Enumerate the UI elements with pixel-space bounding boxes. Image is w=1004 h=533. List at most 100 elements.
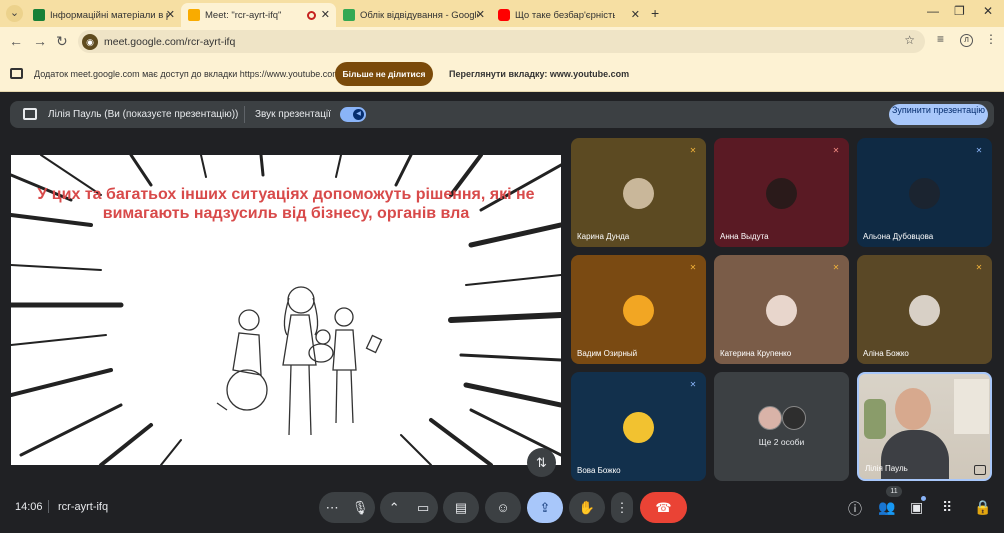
tab-title: Що таке безбар'єрність і ч (515, 9, 615, 21)
profile-avatar[interactable]: Л (960, 34, 973, 47)
audio-control-group: ⋯ 🎙 (319, 492, 375, 523)
host-controls-icon[interactable]: 🔒 (974, 499, 991, 516)
stop-presenting-button[interactable]: Зупинити презентацію (889, 104, 988, 125)
presentation-sound-label: Звук презентації (255, 109, 331, 120)
restore-icon[interactable]: ❐ (954, 4, 965, 18)
participant-name: Аліна Божко (863, 349, 909, 358)
youtube-icon (498, 9, 510, 21)
tab-classroom[interactable]: Інформаційні матеріали в рам ✕ (26, 3, 181, 27)
chevron-up-icon[interactable]: ⌃ (389, 500, 400, 516)
presenting-bar: Лілія Пауль (Ви (показуєте презентацію))… (10, 101, 994, 128)
clock: 14:06 (15, 501, 43, 513)
tab-title: Облік відвідування - Google Т (360, 9, 478, 21)
self-view-tile[interactable]: Лілія Пауль (857, 372, 992, 481)
chat-icon[interactable]: ▣ (910, 499, 923, 516)
close-icon[interactable]: ✕ (321, 8, 330, 21)
present-button[interactable]: ⇪ (527, 492, 563, 523)
participant-name: Альона Дубовцова (863, 232, 934, 241)
presenter-label: Лілія Пауль (Ви (показуєте презентацію)) (48, 109, 239, 120)
more-participants-tile[interactable]: Ще 2 особи (714, 372, 849, 481)
new-tab-icon[interactable]: + (651, 5, 659, 21)
forward-icon[interactable]: → (33, 33, 47, 49)
url-input[interactable]: ◉ meet.google.com/rcr-ayrt-ifq ☆ (78, 30, 925, 53)
avatar (909, 295, 940, 326)
tab-sheets[interactable]: Облік відвідування - Google Т ✕ (336, 3, 491, 27)
present-icon (23, 108, 37, 120)
meeting-code: rcr-ayrt-ifq (58, 501, 109, 513)
mic-off-icon: ✕ (975, 146, 983, 155)
sharing-infobar: Додаток meet.google.com має доступ до вк… (0, 56, 1004, 92)
present-icon: ⇪ (539, 499, 551, 515)
sheets-icon (343, 9, 355, 21)
mic-off-icon: ✕ (832, 146, 840, 155)
people-icon[interactable]: 👥 (878, 499, 895, 516)
address-bar-row: ← → ↻ ◉ meet.google.com/rcr-ayrt-ifq ☆ ≡… (0, 27, 1004, 56)
camera-icon[interactable]: ▭ (417, 500, 429, 516)
tab-search-icon[interactable]: ⌄ (6, 5, 23, 22)
back-icon[interactable]: ← (9, 33, 23, 49)
site-info-icon[interactable]: ◉ (82, 33, 98, 50)
reload-icon[interactable]: ↻ (56, 33, 68, 50)
sound-icon: ◀ (353, 109, 364, 120)
view-tab-link[interactable]: Переглянути вкладку: www.youtube.com (449, 69, 629, 79)
participant-name: Вова Божко (577, 466, 621, 475)
participant-tile[interactable]: ✕ Анна Выдута (714, 138, 849, 247)
mic-off-icon: ✕ (689, 380, 697, 389)
tab-meet[interactable]: Meet: "rcr-ayrt-ifq" ✕ (181, 3, 336, 27)
participant-tile[interactable]: ✕ Аліна Божко (857, 255, 992, 364)
media-controls-icon[interactable]: ≡ (937, 32, 944, 46)
tab-youtube[interactable]: Що таке безбар'єрність і ч ✕ (491, 3, 646, 27)
participant-tile[interactable]: ✕ Вова Божко (571, 372, 706, 481)
microphone-icon[interactable]: 🎙 (352, 500, 369, 516)
meet-icon (188, 9, 200, 21)
presentation-sound-toggle[interactable]: ◀ (340, 107, 366, 122)
reactions-button[interactable]: ☺ (485, 492, 521, 523)
participant-tile[interactable]: ✕ Вадим Озирный (571, 255, 706, 364)
avatar (758, 406, 782, 430)
divider (48, 500, 49, 513)
participant-name: Карина Дунда (577, 232, 630, 241)
close-icon[interactable]: ✕ (476, 8, 485, 21)
menu-kebab-icon[interactable]: ⋮ (985, 32, 997, 46)
captions-button[interactable]: ▤ (443, 492, 479, 523)
plant (864, 399, 886, 439)
raise-hand-button[interactable]: ✋ (569, 492, 605, 523)
mic-off-icon: ✕ (832, 263, 840, 272)
stop-sharing-button[interactable]: Більше не ділитися (335, 62, 433, 86)
avatar (766, 178, 797, 209)
window-close-icon[interactable]: ✕ (983, 4, 993, 18)
recording-icon (307, 11, 316, 20)
emoji-icon: ☺ (496, 500, 510, 515)
close-icon[interactable]: ✕ (631, 8, 640, 21)
more-audio-options-icon[interactable]: ⋯ (326, 500, 339, 516)
leave-call-button[interactable]: ☎ (640, 492, 687, 523)
more-options-button[interactable]: ⋮ (611, 492, 633, 523)
notification-dot (921, 496, 926, 501)
participant-tile[interactable]: ✕ Катерина Крупенко (714, 255, 849, 364)
tab-title: Інформаційні матеріали в рам (50, 9, 168, 21)
pin-icon[interactable] (974, 465, 986, 475)
activities-icon[interactable]: ⠿ (942, 499, 952, 516)
participant-name: Анна Выдута (720, 232, 769, 241)
avatar (623, 178, 654, 209)
classroom-icon (33, 9, 45, 21)
more-participants-label: Ще 2 особи (758, 437, 805, 447)
participant-tile[interactable]: ✕ Альона Дубовцова (857, 138, 992, 247)
meeting-info-icon[interactable]: ⓘ (848, 499, 862, 519)
minimize-icon[interactable]: — (927, 4, 939, 18)
avatar (782, 406, 806, 430)
tab-title: Meet: "rcr-ayrt-ifq" (205, 9, 282, 21)
swap-layout-button[interactable]: ⇅ (527, 448, 556, 477)
avatar (623, 412, 654, 443)
close-icon[interactable]: ✕ (166, 8, 175, 21)
participant-tile[interactable]: ✕ Карина Дунда (571, 138, 706, 247)
browser-tab-bar: ⌄ Інформаційні матеріали в рам ✕ Meet: "… (0, 0, 1004, 27)
video-control-group: ⌃ ▭ (380, 492, 438, 523)
hang-up-icon: ☎ (655, 499, 672, 515)
avatar (623, 295, 654, 326)
mic-off-icon: ✕ (975, 263, 983, 272)
url-text: meet.google.com/rcr-ayrt-ifq (104, 35, 236, 48)
participant-name: Лілія Пауль (865, 464, 908, 473)
bookmark-star-icon[interactable]: ☆ (904, 33, 915, 47)
captions-icon: ▤ (454, 499, 468, 515)
